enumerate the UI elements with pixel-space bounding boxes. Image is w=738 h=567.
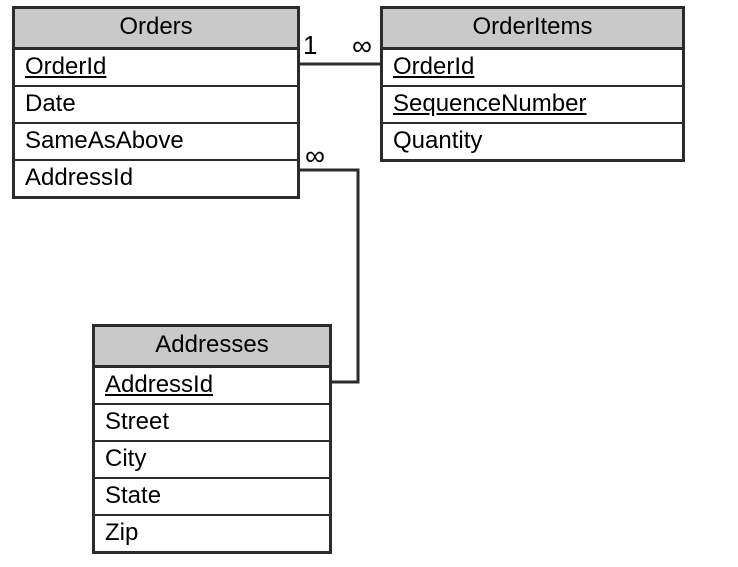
- entity-orders-title: Orders: [15, 9, 297, 50]
- field-addresses-zip: Zip: [95, 516, 329, 551]
- entity-orderitems: OrderItems OrderId SequenceNumber Quanti…: [380, 6, 685, 162]
- field-orderitems-orderid: OrderId: [383, 50, 682, 87]
- entity-addresses: Addresses AddressId Street City State Zi…: [92, 324, 332, 554]
- entity-orders: Orders OrderId Date SameAsAbove AddressI…: [12, 6, 300, 199]
- field-orderitems-quantity: Quantity: [383, 124, 682, 159]
- er-diagram: Orders OrderId Date SameAsAbove AddressI…: [0, 0, 738, 567]
- field-orders-sameasabove: SameAsAbove: [15, 124, 297, 161]
- field-addresses-addressid: AddressId: [95, 368, 329, 405]
- field-addresses-city: City: [95, 442, 329, 479]
- field-addresses-state: State: [95, 479, 329, 516]
- cardinality-infinity-addresses: ∞: [305, 140, 325, 172]
- field-addresses-street: Street: [95, 405, 329, 442]
- entity-addresses-title: Addresses: [95, 327, 329, 368]
- field-orders-addressid: AddressId: [15, 161, 297, 196]
- cardinality-infinity-orderitems: ∞: [352, 30, 372, 62]
- field-orderitems-sequencenumber: SequenceNumber: [383, 87, 682, 124]
- field-orders-date: Date: [15, 87, 297, 124]
- entity-orderitems-title: OrderItems: [383, 9, 682, 50]
- cardinality-one: 1: [303, 30, 317, 61]
- field-orders-orderid: OrderId: [15, 50, 297, 87]
